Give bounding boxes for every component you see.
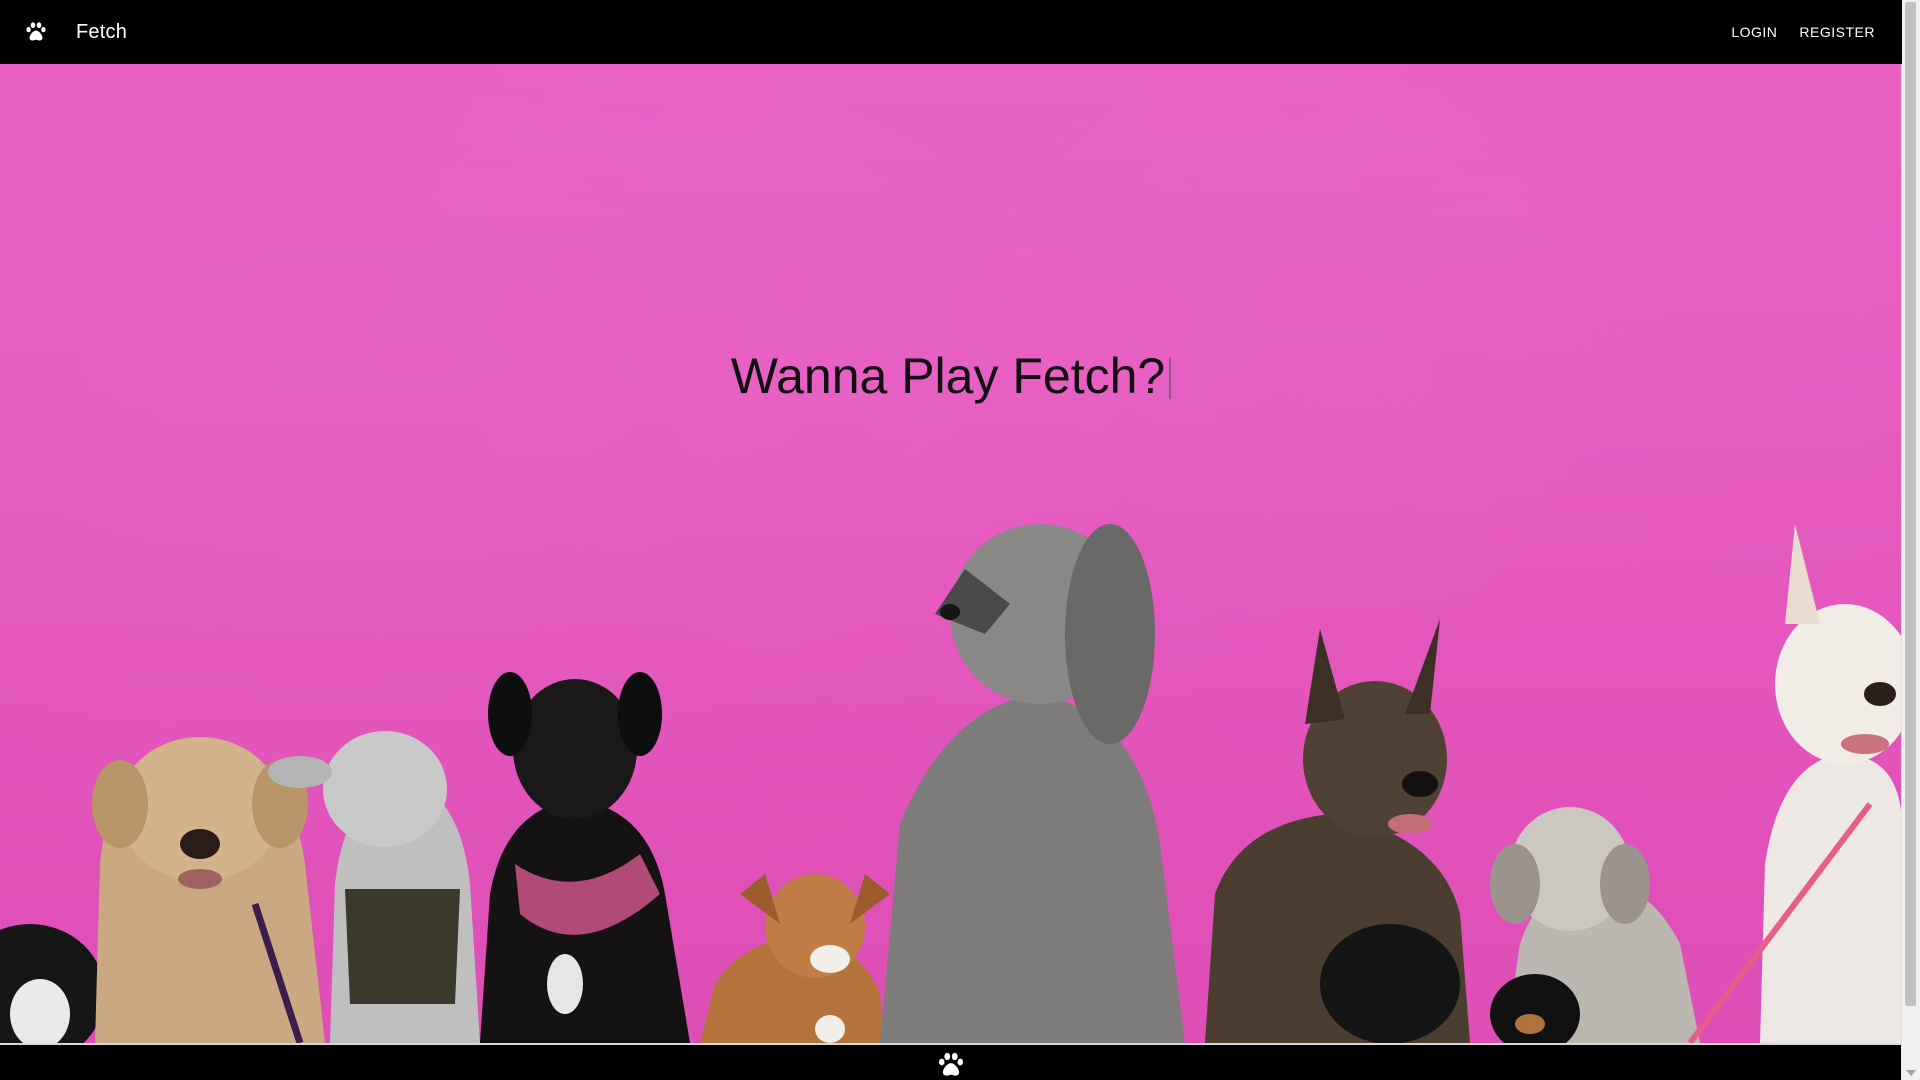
- app-bar: Fetch LOGIN REGISTER: [0, 0, 1902, 64]
- footer-bar: [0, 1043, 1902, 1080]
- hero-title: Wanna Play Fetch?: [0, 346, 1902, 406]
- dog-brindle: [1205, 619, 1470, 1043]
- dogs-image: [0, 524, 1902, 1043]
- dog-far-left: [0, 924, 105, 1043]
- paw-icon[interactable]: [24, 20, 48, 44]
- app-title: Fetch: [76, 21, 128, 43]
- dog-black-lab: [480, 672, 690, 1043]
- vertical-scrollbar[interactable]: [1901, 0, 1920, 1080]
- text-cursor: [1169, 357, 1172, 399]
- top-nav: LOGIN REGISTER: [1722, 14, 1884, 50]
- dog-husky: [1687, 524, 1902, 1043]
- hero-section: Wanna Play Fetch?: [0, 64, 1902, 1043]
- page: Fetch LOGIN REGISTER Wanna Play Fetch?: [0, 0, 1920, 1080]
- dog-small-tan: [700, 874, 890, 1043]
- register-button[interactable]: REGISTER: [1790, 14, 1884, 50]
- scroll-down-arrow-icon[interactable]: [1906, 1070, 1916, 1076]
- scrollbar-thumb[interactable]: [1905, 2, 1916, 1006]
- login-button[interactable]: LOGIN: [1722, 14, 1786, 50]
- dog-havanese: [1490, 807, 1700, 1043]
- hero-title-text: Wanna Play Fetch?: [730, 348, 1166, 404]
- dog-standard-poodle: [880, 524, 1185, 1043]
- paw-icon[interactable]: [936, 1050, 966, 1080]
